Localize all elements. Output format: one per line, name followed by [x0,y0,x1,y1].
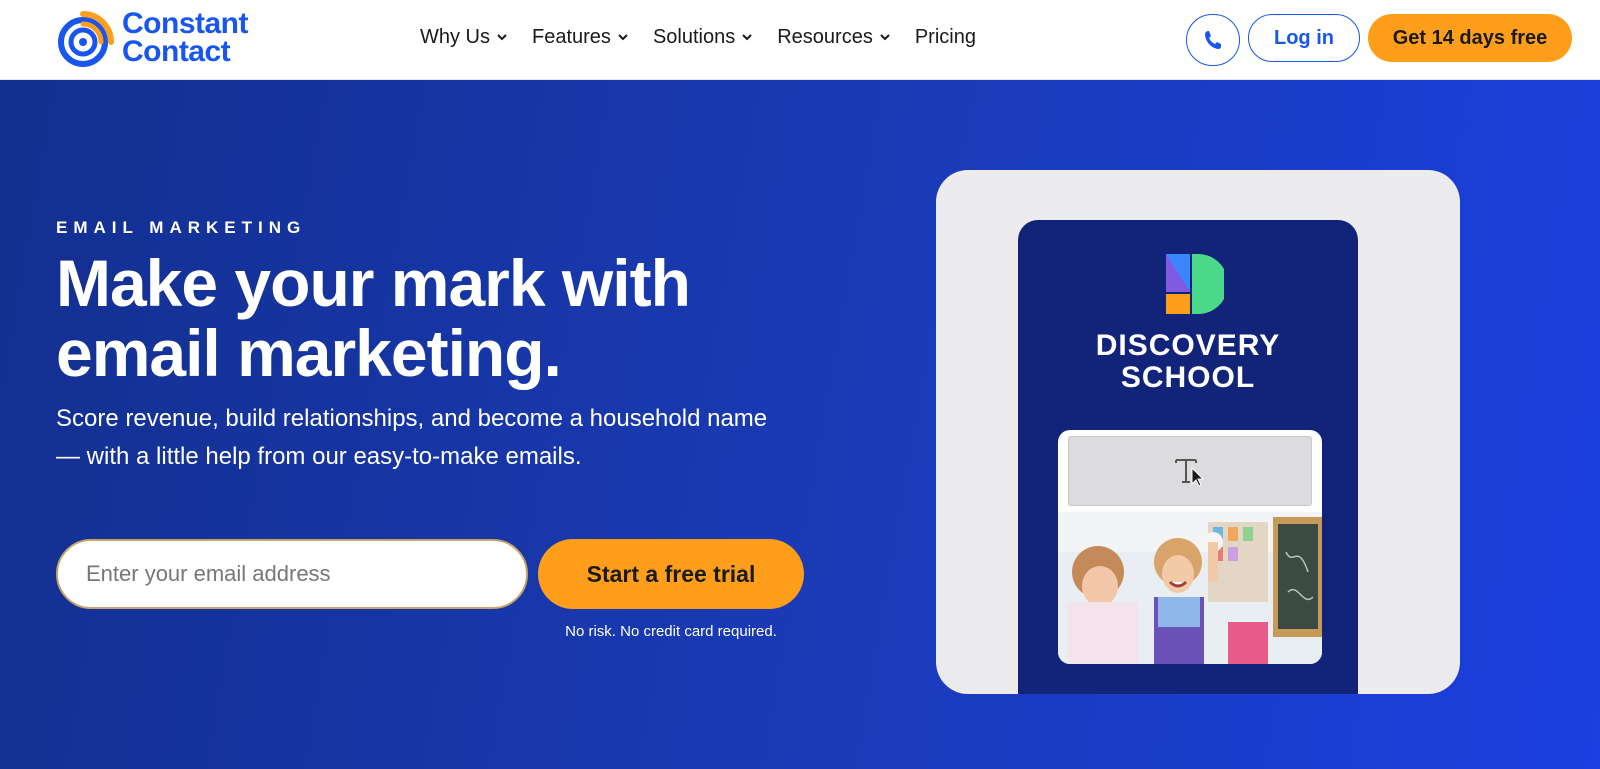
hero-subhead: Score revenue, build relationships, and … [56,405,768,470]
phone-button[interactable] [1186,14,1240,66]
phone-icon [1205,31,1221,49]
school-name: DISCOVERY SCHOOL [1018,330,1358,394]
nav-resources[interactable]: Resources [777,22,891,52]
school-name-line-1: DISCOVERY [1095,329,1281,362]
start-free-trial-button[interactable]: Start a free trial [538,539,804,609]
logo-line-2: Contact [122,35,231,68]
login-button[interactable]: Log in [1248,14,1360,62]
text-cursor-icon [1175,459,1205,487]
nav-label: Features [532,25,611,48]
email-preview-card: DISCOVERY SCHOOL [936,170,1460,694]
children-painting-photo [1058,512,1322,664]
chevron-down-icon [880,34,890,41]
nav-label: Pricing [914,25,976,48]
nav-why-us[interactable]: Why Us [420,22,508,52]
nav-features[interactable]: Features [532,22,629,52]
no-risk-disclaimer: No risk. No credit card required. [565,623,777,640]
site-header: Constant Contact Why Us Features Solutio… [0,0,1600,80]
hero-headline: Make your mark with email marketing. [56,246,691,390]
logo-line-1: Constant [122,7,249,40]
nav-solutions[interactable]: Solutions [653,22,753,52]
nav-pricing[interactable]: Pricing [915,22,976,52]
chevron-down-icon [497,34,507,41]
school-name-line-2: SCHOOL [1120,361,1256,394]
main-nav: Why Us Features Solutions Resources Pric… [420,22,1000,52]
discovery-school-logo [1166,254,1224,314]
email-content-block [1058,430,1322,664]
hero-section: EMAIL MARKETING Make your mark with emai… [0,80,1600,769]
nav-label: Solutions [652,25,736,48]
email-template-panel: DISCOVERY SCHOOL [1018,220,1358,694]
hero-eyebrow: EMAIL MARKETING [56,218,307,237]
logo-wordmark: Constant Contact [122,7,249,68]
chevron-down-icon [742,34,752,41]
get-free-trial-button[interactable]: Get 14 days free [1368,14,1572,62]
chevron-down-icon [618,34,628,41]
constant-contact-logo[interactable]: Constant Contact [56,8,276,68]
nav-label: Resources [777,25,873,48]
email-input[interactable] [56,539,528,609]
text-block-placeholder[interactable] [1068,436,1312,506]
nav-label: Why Us [420,25,490,48]
constant-contact-logo-icon [58,11,114,67]
